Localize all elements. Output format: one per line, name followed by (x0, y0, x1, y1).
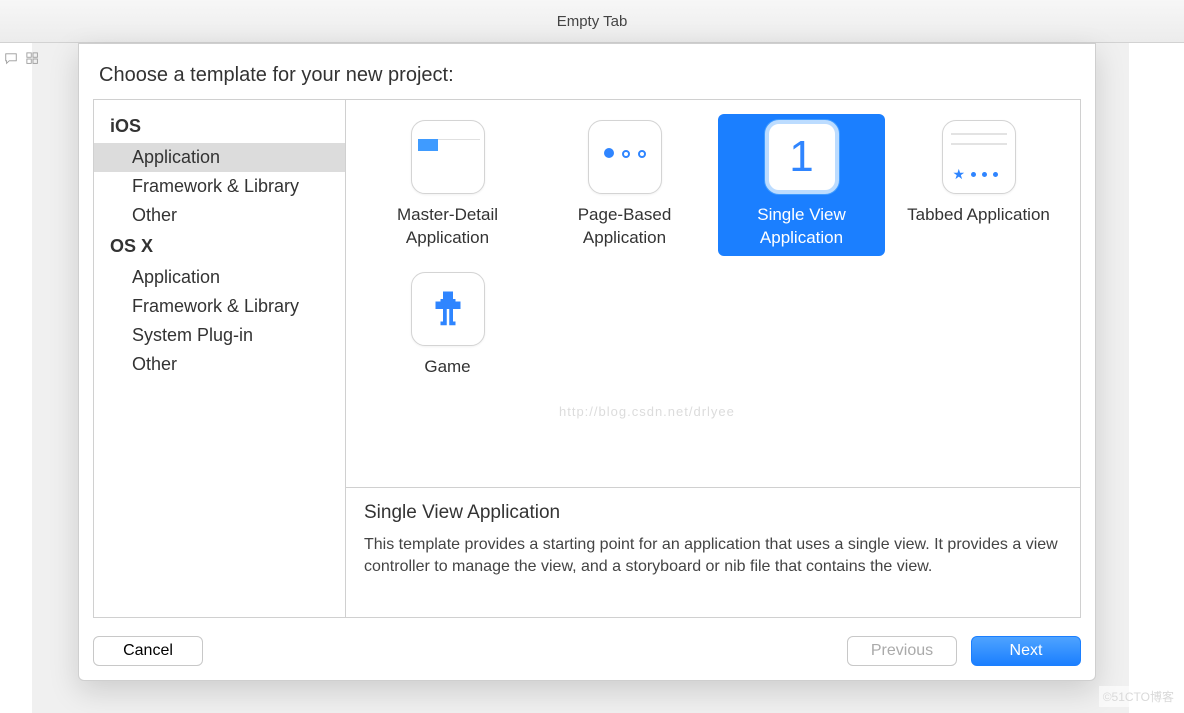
template-grid: Master-Detail Application Page-Based App… (346, 100, 1080, 487)
sidebar-header-osx: OS X (94, 230, 345, 263)
tab-title: Empty Tab (557, 13, 628, 30)
sheet-prompt: Choose a template for your new project: (87, 60, 1087, 99)
template-catalog: Master-Detail Application Page-Based App… (346, 100, 1080, 617)
sidebar-item-ios-application[interactable]: Application (94, 143, 345, 172)
sheet-footer: Cancel Previous Next (87, 618, 1087, 666)
toolbar-mini-icons (4, 52, 40, 66)
new-project-sheet: Choose a template for your new project: … (78, 43, 1096, 681)
sidebar-header-ios: iOS (94, 110, 345, 143)
template-master-detail[interactable]: Master-Detail Application (364, 114, 531, 256)
template-panel: iOS Application Framework & Library Othe… (93, 99, 1081, 618)
sidebar-item-ios-other[interactable]: Other (94, 201, 345, 230)
corner-badge: ©51CTO博客 (1099, 686, 1178, 707)
master-detail-icon (411, 120, 485, 194)
template-tabbed[interactable]: ★ Tabbed Application (895, 114, 1062, 256)
grid-icon (26, 52, 40, 66)
template-single-view[interactable]: 1 Single View Application (718, 114, 885, 256)
bg-right (1129, 43, 1184, 713)
template-page-based[interactable]: Page-Based Application (541, 114, 708, 256)
previous-button[interactable]: Previous (847, 636, 957, 666)
template-label: Single View Application (727, 204, 877, 250)
chat-bubble-icon (4, 52, 18, 66)
page-based-icon (588, 120, 662, 194)
watermark-text: http://blog.csdn.net/drlyee (559, 404, 735, 419)
tabbed-icon: ★ (942, 120, 1016, 194)
template-label: Game (424, 356, 470, 379)
sidebar-item-osx-systemplugin[interactable]: System Plug-in (94, 321, 345, 350)
template-game[interactable]: Game (364, 266, 531, 385)
next-button[interactable]: Next (971, 636, 1081, 666)
template-label: Master-Detail Application (373, 204, 523, 250)
game-icon (411, 272, 485, 346)
cancel-button[interactable]: Cancel (93, 636, 203, 666)
template-label: Tabbed Application (907, 204, 1050, 227)
description-body: This template provides a starting point … (364, 534, 1062, 579)
single-view-icon: 1 (765, 120, 839, 194)
sidebar-item-osx-framework[interactable]: Framework & Library (94, 292, 345, 321)
sidebar-item-osx-other[interactable]: Other (94, 350, 345, 379)
template-label: Page-Based Application (550, 204, 700, 250)
sidebar-item-osx-application[interactable]: Application (94, 263, 345, 292)
sidebar-item-ios-framework[interactable]: Framework & Library (94, 172, 345, 201)
bg-left (0, 43, 32, 713)
template-description: Single View Application This template pr… (346, 487, 1080, 617)
description-title: Single View Application (364, 502, 1062, 524)
window-titlebar: Empty Tab (0, 0, 1184, 43)
template-sidebar: iOS Application Framework & Library Othe… (94, 100, 346, 617)
